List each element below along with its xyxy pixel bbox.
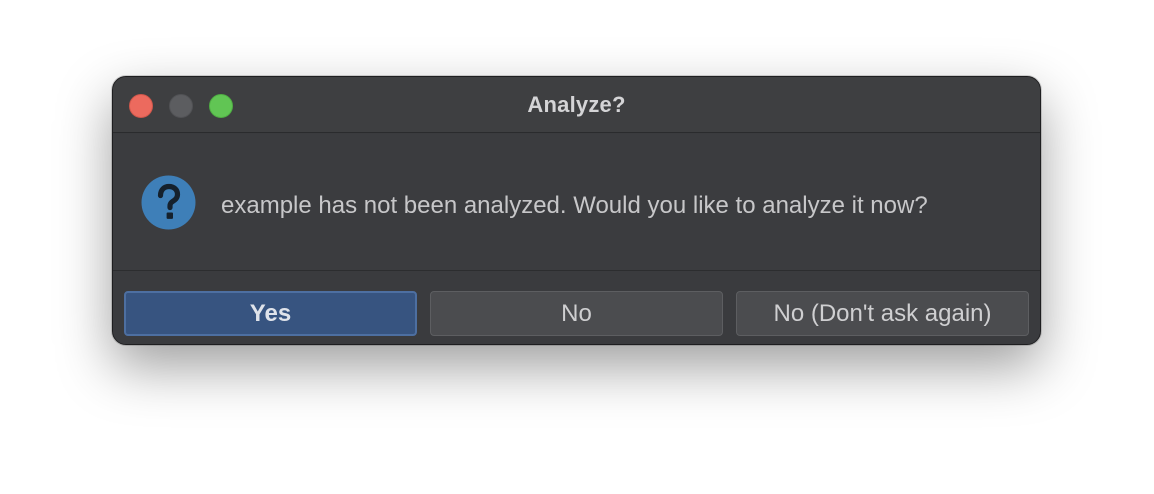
desktop-background: Analyze? example has not been analyzed. … (0, 0, 1154, 494)
title-bar[interactable]: Analyze? (113, 77, 1040, 133)
yes-button[interactable]: Yes (124, 291, 417, 336)
question-icon (141, 175, 196, 230)
no-button[interactable]: No (430, 291, 723, 336)
no-dont-ask-again-button[interactable]: No (Don't ask again) (736, 291, 1029, 336)
analyze-dialog: Analyze? example has not been analyzed. … (112, 76, 1041, 345)
button-bar: Yes No No (Don't ask again) (113, 272, 1040, 344)
dialog-title: Analyze? (527, 92, 626, 117)
dialog-message: example has not been analyzed. Would you… (221, 192, 928, 219)
dialog-content: example has not been analyzed. Would you… (113, 134, 1040, 271)
